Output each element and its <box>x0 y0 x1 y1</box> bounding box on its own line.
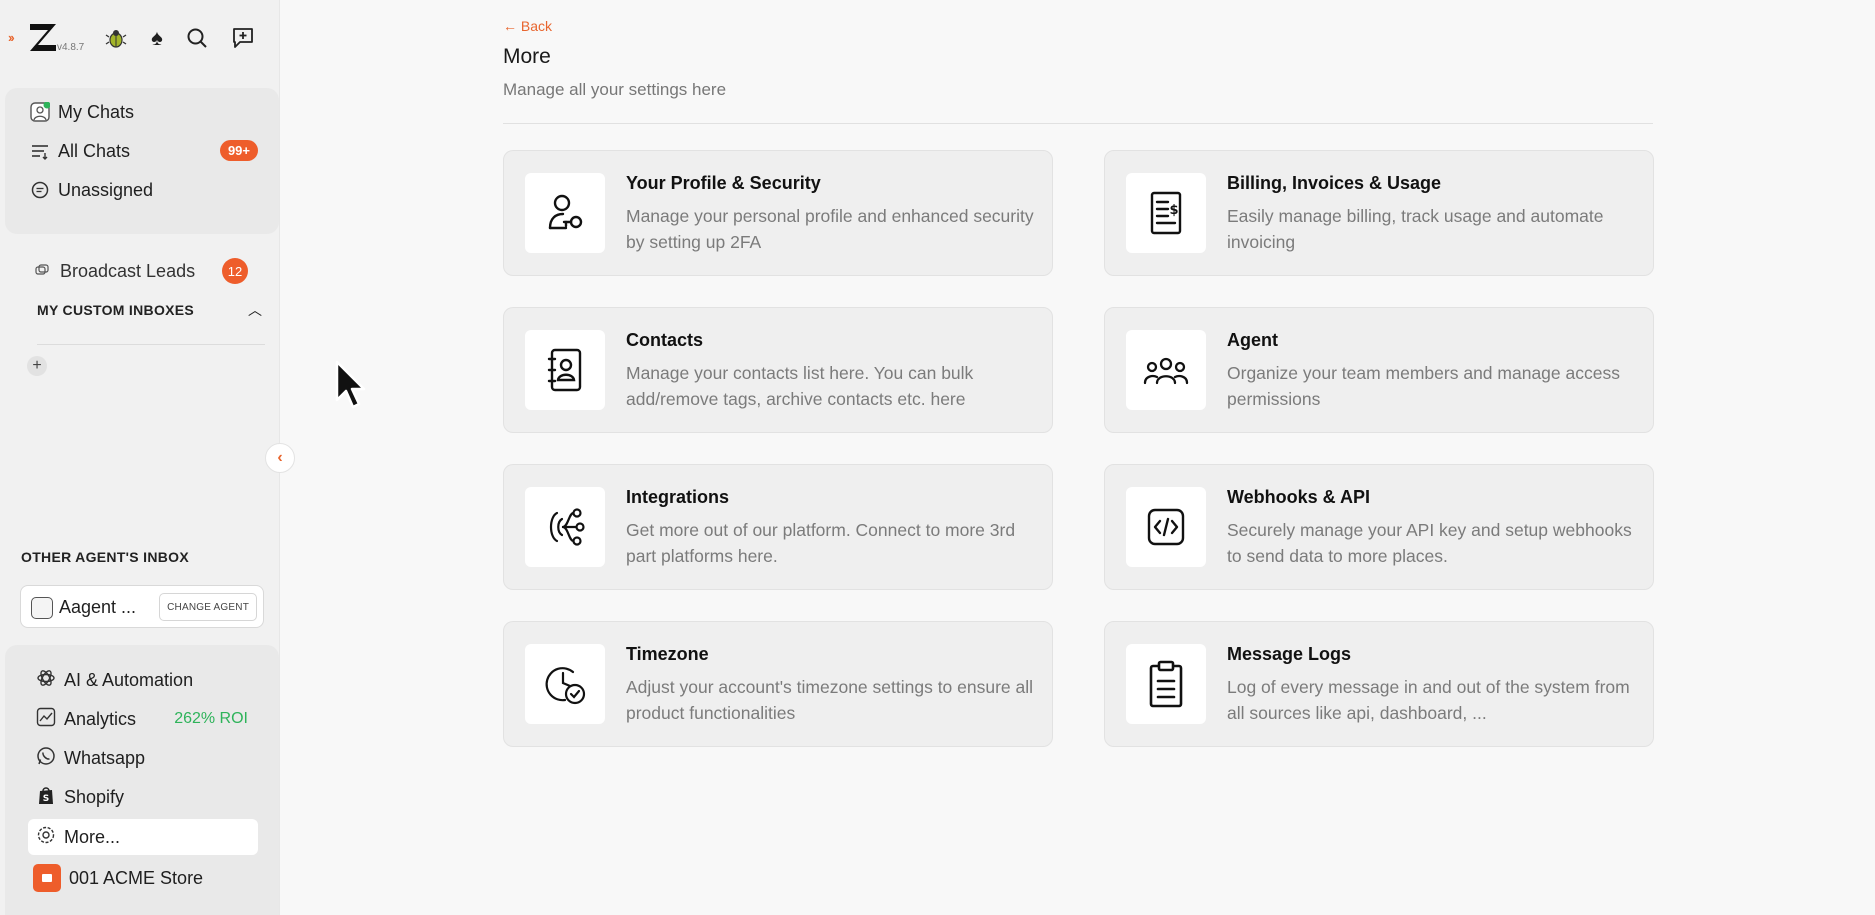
nav-analytics[interactable]: Analytics 262% ROI <box>28 702 258 736</box>
contact-book-icon <box>525 330 605 410</box>
store-icon <box>33 864 61 892</box>
shopify-icon: S <box>36 785 56 810</box>
sidebar-topbar: ›› v4.8.7 ♠ <box>0 0 280 75</box>
card-profile-security[interactable]: Your Profile & Security Manage your pers… <box>503 150 1053 276</box>
roi-stat: 262% ROI <box>174 710 248 727</box>
card-description: Manage your personal profile and enhance… <box>626 206 1034 252</box>
mouse-cursor-icon <box>335 360 366 409</box>
nav-all-chats-label: All Chats <box>58 140 131 161</box>
nav-broadcast-label: Broadcast Leads <box>60 260 196 281</box>
card-title: Your Profile & Security <box>626 173 821 193</box>
agent-name: Aagent ... <box>59 597 137 617</box>
card-title: Integrations <box>626 487 730 507</box>
chart-icon <box>36 707 56 732</box>
nav-my-chats[interactable]: My Chats <box>30 96 260 128</box>
header-divider <box>503 123 1653 124</box>
nav-shopify-label: Shopify <box>64 786 125 807</box>
filter-list-icon <box>30 141 50 161</box>
svg-text:S: S <box>43 794 49 804</box>
nav-shopify[interactable]: S Shopify <box>28 780 258 814</box>
nav-unassigned-label: Unassigned <box>58 179 154 200</box>
sidebar: ›› v4.8.7 ♠ My Chats All Chats 99+ Unass… <box>0 0 295 915</box>
card-description: Adjust your account's timezone settings … <box>626 677 1034 723</box>
invoice-icon: $ <box>1126 173 1206 253</box>
card-timezone[interactable]: Timezone Adjust your account's timezone … <box>503 621 1053 747</box>
chevron-up-icon[interactable]: ︿ <box>248 300 262 320</box>
page-title: More <box>503 45 551 68</box>
main-content: ← Back More Manage all your settings her… <box>281 0 1875 915</box>
openai-icon <box>36 668 56 693</box>
clock-check-icon <box>525 644 605 724</box>
whatsapp-icon <box>36 746 56 771</box>
nav-all-chats[interactable]: All Chats 99+ <box>30 135 260 167</box>
card-billing[interactable]: $ Billing, Invoices & Usage Easily manag… <box>1104 150 1654 276</box>
custom-inboxes-title: MY CUSTOM INBOXES <box>37 302 195 318</box>
card-description: Easily manage billing, track usage and a… <box>1227 206 1604 252</box>
all-chats-count-badge: 99+ <box>219 140 258 161</box>
spade-icon[interactable]: ♠ <box>143 24 171 52</box>
card-title: Timezone <box>626 644 709 664</box>
nav-more[interactable]: More... <box>28 819 258 855</box>
clipboard-icon <box>1126 644 1206 724</box>
back-link[interactable]: ← Back <box>503 18 552 34</box>
integration-icon <box>525 487 605 567</box>
user-chat-icon <box>30 102 50 122</box>
store-selector[interactable]: 001 ACME Store <box>31 861 261 895</box>
nav-ai-automation[interactable]: AI & Automation <box>28 663 258 697</box>
gear-icon <box>36 825 56 850</box>
store-name: 001 ACME Store <box>69 867 204 888</box>
nav-more-label: More... <box>64 826 121 847</box>
card-title: Billing, Invoices & Usage <box>1227 173 1442 193</box>
new-chat-icon[interactable] <box>229 24 257 52</box>
svg-text:$: $ <box>1169 203 1178 218</box>
card-agent[interactable]: Agent Organize your team members and man… <box>1104 307 1654 433</box>
card-description: Get more out of our platform. Connect to… <box>626 520 1016 566</box>
bug-icon[interactable] <box>102 24 130 52</box>
nav-whatsapp-label: Whatsapp <box>64 747 146 768</box>
arrow-left-icon: ← <box>503 18 517 34</box>
card-message-logs[interactable]: Message Logs Log of every message in and… <box>1104 621 1654 747</box>
card-description: Organize your team members and manage ac… <box>1227 363 1620 409</box>
card-title: Contacts <box>626 330 704 350</box>
search-icon[interactable] <box>183 24 211 52</box>
page-subtitle: Manage all your settings here <box>503 80 727 99</box>
user-key-icon <box>525 173 605 253</box>
card-integrations[interactable]: Integrations Get more out of our platfor… <box>503 464 1053 590</box>
card-contacts[interactable]: Contacts Manage your contacts list here.… <box>503 307 1053 433</box>
expand-sidebar-icon[interactable]: ›› <box>8 30 15 45</box>
nav-my-chats-label: My Chats <box>58 101 135 122</box>
card-title: Message Logs <box>1227 644 1352 664</box>
app-version: v4.8.7 <box>57 42 85 53</box>
nav-analytics-label: Analytics <box>64 708 137 729</box>
nav-whatsapp[interactable]: Whatsapp <box>28 741 258 775</box>
card-description: Manage your contacts list here. You can … <box>626 363 974 409</box>
sidebar-divider <box>37 344 265 345</box>
card-description: Securely manage your API key and setup w… <box>1227 520 1632 566</box>
add-inbox-button[interactable]: + <box>27 356 47 376</box>
chat-bubble-icon <box>30 180 50 200</box>
team-icon <box>1126 330 1206 410</box>
code-icon <box>1126 487 1206 567</box>
nav-ai-automation-label: AI & Automation <box>64 669 194 690</box>
app-logo[interactable] <box>26 20 60 54</box>
nav-unassigned[interactable]: Unassigned <box>30 174 260 206</box>
broadcast-count-badge: 12 <box>222 258 248 284</box>
card-title: Webhooks & API <box>1227 487 1371 507</box>
agent-selector: Aagent ... CHANGE AGENT <box>20 585 264 628</box>
other-agent-inbox-title: OTHER AGENT'S INBOX <box>21 549 189 565</box>
agent-avatar <box>31 597 53 619</box>
card-webhooks-api[interactable]: Webhooks & API Securely manage your API … <box>1104 464 1654 590</box>
broadcast-icon <box>32 261 52 281</box>
back-label: Back <box>520 18 553 34</box>
change-agent-button[interactable]: CHANGE AGENT <box>159 593 257 621</box>
card-title: Agent <box>1227 330 1278 350</box>
card-description: Log of every message in and out of the s… <box>1227 677 1630 723</box>
